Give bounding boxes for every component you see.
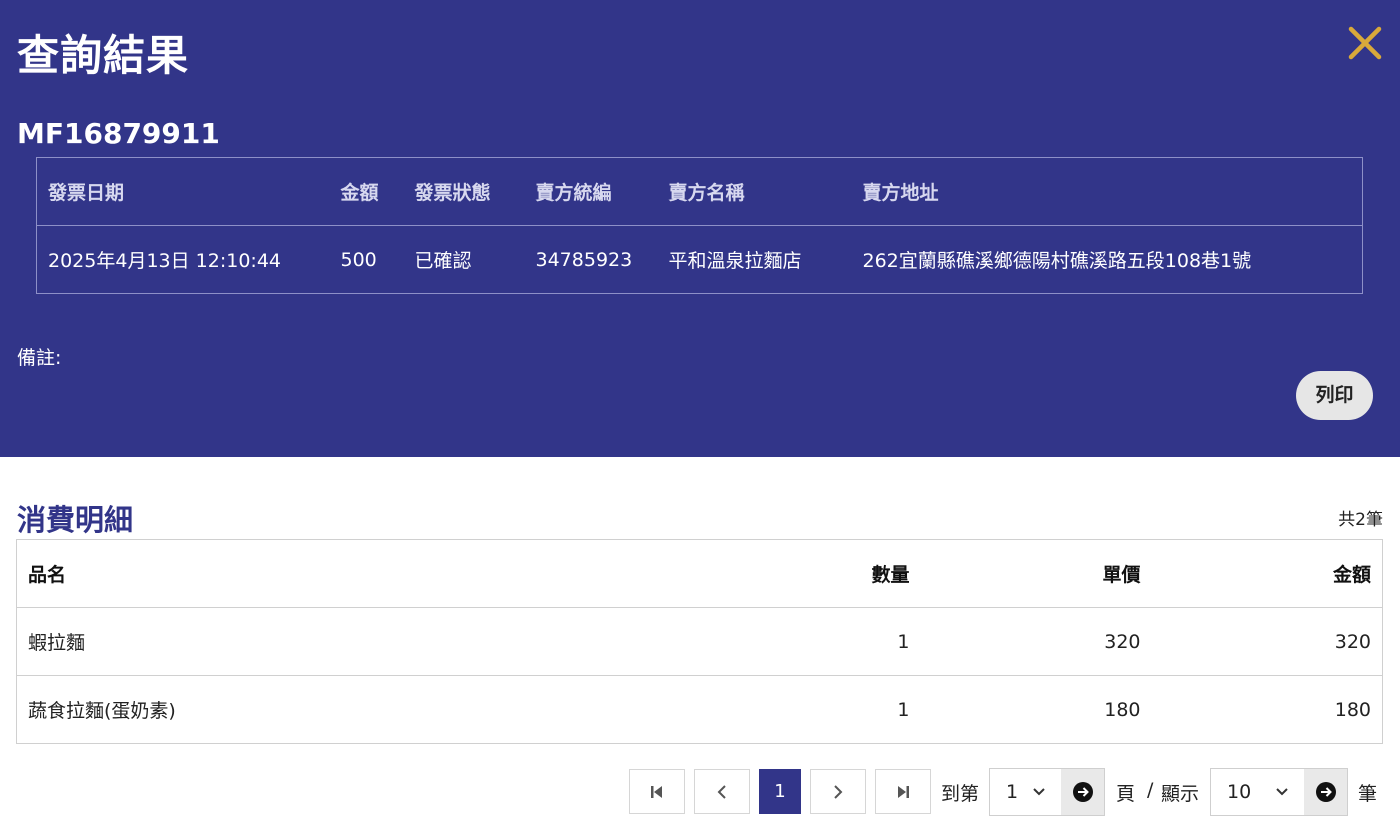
seller-address: 262宜蘭縣礁溪鄉德陽村礁溪路五段108巷1號 [851,225,1363,294]
seller-name: 平和溫泉拉麵店 [657,225,852,294]
print-button[interactable]: 列印 [1296,371,1373,420]
header-amount: 金額 [340,182,379,204]
item-name: 蝦拉麵 [16,607,707,676]
close-icon [1348,26,1382,60]
unit-label: 筆 [1358,783,1378,805]
next-page-button[interactable] [810,769,866,814]
items-header-row: 品名 數量 單價 金額 [16,539,1383,608]
chevron-down-icon [1274,784,1304,800]
page-number-button[interactable]: 1 [759,769,801,814]
header-seller-address: 賣方地址 [862,182,939,204]
go-size-button[interactable] [1304,768,1348,816]
items-table: 品名 數量 單價 金額 蝦拉麵 1 320 320 蔬食拉麵(蛋奶素) 1 18… [16,539,1383,744]
invoice-amount: 500 [329,225,404,294]
last-page-button[interactable] [875,769,931,814]
header-amount: 金額 [1151,539,1383,608]
total-count: 共2筆 [1338,510,1383,530]
invoice-status: 已確認 [403,225,525,294]
first-page-button[interactable] [629,769,685,814]
header-quantity: 數量 [706,539,921,608]
table-row: 蔬食拉麵(蛋奶素) 1 180 180 [16,675,1383,744]
item-amount: 320 [1151,607,1383,676]
arrow-right-circle-icon [1072,782,1093,802]
prev-page-icon [717,784,726,799]
invoice-date: 2025年4月13日 12:10:44 [36,225,330,294]
header-unit-price: 單價 [920,539,1152,608]
header-item-name: 品名 [16,539,707,608]
item-quantity: 1 [706,675,921,744]
invoice-number: MF16879911 [17,117,220,150]
page-select-value: 1 [1006,781,1019,803]
goto-label: 到第 [941,783,980,805]
arrow-right-circle-icon [1315,782,1336,802]
details-title: 消費明細 [17,503,134,537]
page-title: 查詢結果 [17,31,190,80]
seller-id: 34785923 [524,225,658,294]
invoice-info-table: 發票日期 金額 發票狀態 賣方統編 賣方名稱 賣方地址 2025年4月13日 1… [36,157,1363,294]
next-page-icon [834,784,843,799]
table-row: 蝦拉麵 1 320 320 [16,607,1383,676]
chevron-down-icon [1031,784,1061,800]
item-amount: 180 [1151,675,1383,744]
header-seller-id: 賣方統編 [535,182,612,204]
page-size-select[interactable]: 10 [1210,768,1305,816]
first-page-icon [651,785,662,798]
invoice-data-row: 2025年4月13日 12:10:44 500 已確認 34785923 平和溫… [36,225,1363,294]
item-unit-price: 320 [920,607,1152,676]
item-name: 蔬食拉麵(蛋奶素) [16,675,707,744]
result-header-panel: 查詢結果 MF16879911 發票日期 金額 發票狀態 賣方統編 賣方名稱 賣… [0,0,1400,457]
header-seller-name: 賣方名稱 [668,182,745,204]
page-size-value: 10 [1227,781,1252,803]
close-button[interactable] [1346,24,1384,62]
page-label: 頁 [1116,783,1136,805]
header-status: 發票狀態 [414,182,491,204]
show-label: 顯示 [1161,783,1200,805]
item-quantity: 1 [706,607,921,676]
invoice-header-row: 發票日期 金額 發票狀態 賣方統編 賣方名稱 賣方地址 [37,158,1363,226]
header-invoice-date: 發票日期 [48,182,125,204]
last-page-icon [898,785,909,798]
note-label: 備註: [17,347,62,369]
item-unit-price: 180 [920,675,1152,744]
page-select[interactable]: 1 [989,768,1062,816]
go-page-button[interactable] [1061,768,1105,816]
separator: / [1147,779,1154,801]
prev-page-button[interactable] [694,769,750,814]
